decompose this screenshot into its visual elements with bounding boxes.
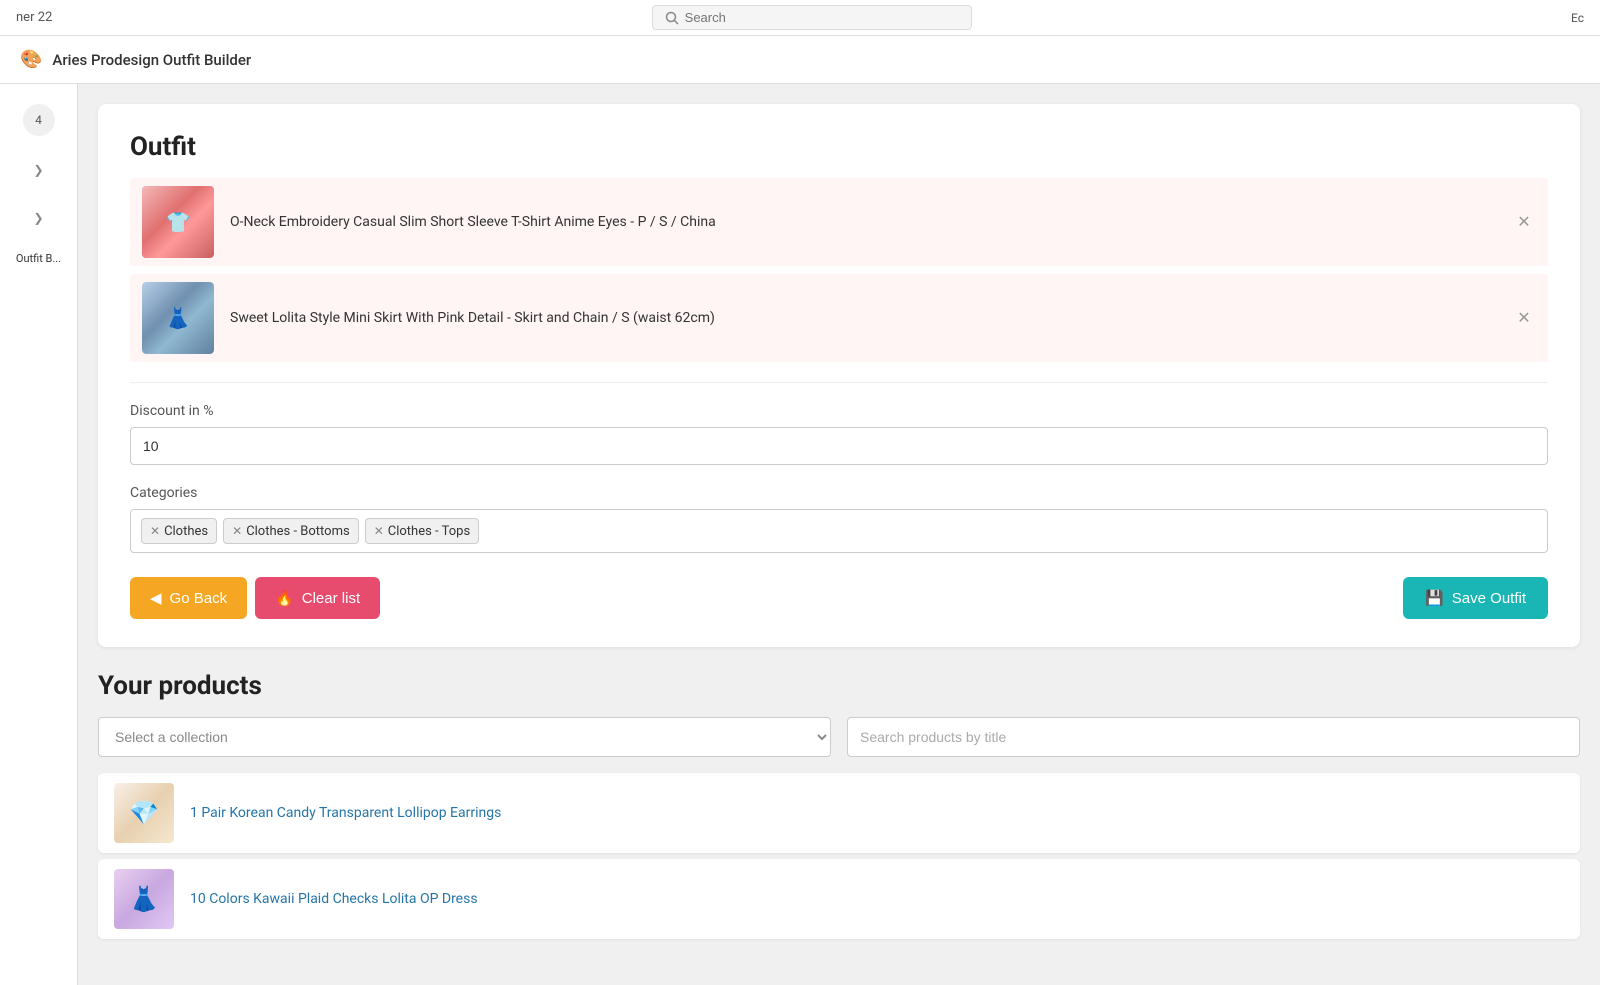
product-list-name-1: 10 Colors Kawaii Plaid Checks Lolita OP … bbox=[190, 891, 478, 907]
category-tag-2: ✕ Clothes - Tops bbox=[365, 518, 479, 544]
category-tag-name-1: Clothes - Bottoms bbox=[246, 524, 350, 539]
product-list-image-0: 💎 bbox=[114, 783, 174, 843]
category-tag-name-0: Clothes bbox=[164, 524, 208, 539]
clear-list-button[interactable]: 🔥 Clear list bbox=[255, 577, 380, 619]
category-tag-1: ✕ Clothes - Bottoms bbox=[223, 518, 359, 544]
topbar-left-text: ner 22 bbox=[16, 10, 52, 25]
product-list-item-0[interactable]: 💎 1 Pair Korean Candy Transparent Lollip… bbox=[98, 773, 1580, 853]
category-tag-name-2: Clothes - Tops bbox=[388, 524, 470, 539]
main-content: Outfit 👕 O-Neck Embroidery Casual Slim S… bbox=[78, 84, 1600, 985]
search-products-input[interactable] bbox=[847, 717, 1580, 757]
left-buttons: ◀ Go Back 🔥 Clear list bbox=[130, 577, 380, 619]
sidebar-chevron-1[interactable]: ❯ bbox=[25, 156, 53, 184]
category-remove-2[interactable]: ✕ bbox=[374, 524, 384, 538]
discount-label: Discount in % bbox=[130, 403, 1548, 419]
categories-box: ✕ Clothes ✕ Clothes - Bottoms ✕ Clothes … bbox=[130, 509, 1548, 553]
outfit-divider bbox=[130, 382, 1548, 383]
app-logo-icon: 🎨 bbox=[20, 49, 42, 70]
your-products-section: Your products Select a collection 💎 1 Pa… bbox=[98, 671, 1580, 965]
outfit-product-item-1: 👗 Sweet Lolita Style Mini Skirt With Pin… bbox=[130, 274, 1548, 362]
sidebar-chevron-2[interactable]: ❯ bbox=[25, 204, 53, 232]
outfit-product-image-0: 👕 bbox=[142, 186, 214, 258]
clear-list-icon: 🔥 bbox=[275, 589, 294, 607]
product-list-image-1: 👗 bbox=[114, 869, 174, 929]
top-bar: ner 22 Ec bbox=[0, 0, 1600, 36]
app-title: Aries Prodesign Outfit Builder bbox=[52, 51, 251, 69]
outfit-product-image-1: 👗 bbox=[142, 282, 214, 354]
go-back-icon: ◀ bbox=[150, 589, 162, 607]
clear-list-label: Clear list bbox=[302, 590, 360, 607]
go-back-label: Go Back bbox=[170, 590, 228, 607]
outfit-product-name-1: Sweet Lolita Style Mini Skirt With Pink … bbox=[230, 310, 1512, 326]
category-remove-0[interactable]: ✕ bbox=[150, 524, 160, 538]
product-list-item-1[interactable]: 👗 10 Colors Kawaii Plaid Checks Lolita O… bbox=[98, 859, 1580, 939]
search-icon bbox=[665, 11, 679, 25]
go-back-button[interactable]: ◀ Go Back bbox=[130, 577, 247, 619]
products-filters: Select a collection bbox=[98, 717, 1580, 757]
action-buttons: ◀ Go Back 🔥 Clear list 💾 Save Outfit bbox=[130, 577, 1548, 619]
category-remove-1[interactable]: ✕ bbox=[232, 524, 242, 538]
main-layout: 4 ❯ ❯ Outfit B... Outfit 👕 O-Neck Embroi… bbox=[0, 84, 1600, 985]
category-tag-0: ✕ Clothes bbox=[141, 518, 217, 544]
outfit-product-name-0: O-Neck Embroidery Casual Slim Short Slee… bbox=[230, 214, 1512, 230]
outfit-card: Outfit 👕 O-Neck Embroidery Casual Slim S… bbox=[98, 104, 1580, 647]
save-outfit-button[interactable]: 💾 Save Outfit bbox=[1403, 577, 1548, 619]
sidebar-item-outfit-builder[interactable]: Outfit B... bbox=[16, 252, 61, 265]
save-outfit-label: Save Outfit bbox=[1452, 590, 1526, 607]
collection-select[interactable]: Select a collection bbox=[98, 717, 831, 757]
discount-section: Discount in % bbox=[130, 403, 1548, 465]
outfit-product-remove-0[interactable]: ✕ bbox=[1512, 210, 1536, 234]
topbar-search-input[interactable] bbox=[685, 10, 959, 25]
your-products-title: Your products bbox=[98, 671, 1580, 701]
product-list-name-0: 1 Pair Korean Candy Transparent Lollipop… bbox=[190, 805, 501, 821]
categories-section: Categories ✕ Clothes ✕ Clothes - Bottoms… bbox=[130, 485, 1548, 553]
outfit-title: Outfit bbox=[130, 132, 1548, 162]
outfit-product-remove-1[interactable]: ✕ bbox=[1512, 306, 1536, 330]
save-outfit-icon: 💾 bbox=[1425, 589, 1444, 607]
topbar-search[interactable] bbox=[652, 5, 972, 30]
sidebar-badge: 4 bbox=[23, 104, 55, 136]
outfit-product-item-0: 👕 O-Neck Embroidery Casual Slim Short Sl… bbox=[130, 178, 1548, 266]
app-header: 🎨 Aries Prodesign Outfit Builder bbox=[0, 36, 1600, 84]
topbar-right-text: Ec bbox=[1571, 11, 1584, 25]
sidebar: 4 ❯ ❯ Outfit B... bbox=[0, 84, 78, 985]
categories-label: Categories bbox=[130, 485, 1548, 501]
discount-input[interactable] bbox=[130, 427, 1548, 465]
